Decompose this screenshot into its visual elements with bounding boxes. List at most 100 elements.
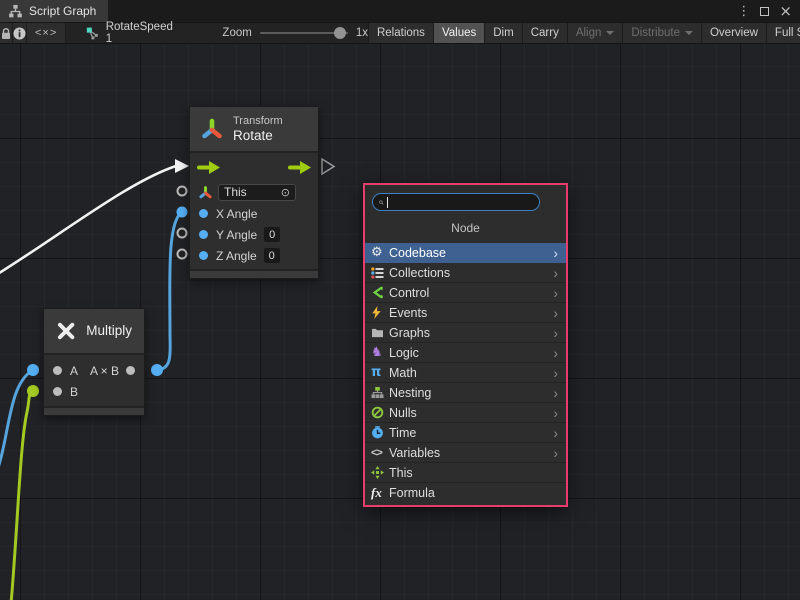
code-view-button[interactable]: <×>	[27, 23, 66, 43]
window-controls: ⋮ ×	[737, 0, 800, 22]
info-icon	[13, 27, 26, 40]
chevron-right-icon: ›	[553, 246, 560, 260]
null-icon	[371, 406, 384, 419]
b-port[interactable]	[53, 387, 62, 396]
rotate-zangle-row: Z Angle 0	[190, 245, 318, 266]
finder-item-collections[interactable]: Collections ›	[365, 263, 566, 283]
flow-output-arrow-icon[interactable]	[288, 161, 311, 174]
search-box[interactable]	[372, 193, 540, 211]
multiply-node-header[interactable]: Multiply	[44, 309, 144, 355]
finder-header: Node	[365, 221, 566, 235]
breadcrumb[interactable]: RotateSpeed 1	[86, 23, 174, 43]
flow-wire-arrowhead	[175, 159, 189, 173]
align-button[interactable]: Align	[568, 23, 624, 43]
zoom-slider-handle[interactable]	[334, 27, 346, 39]
finder-item-this[interactable]: This	[365, 463, 566, 483]
zoom-control: Zoom 1x	[222, 23, 368, 43]
nesting-graph-icon	[371, 387, 384, 399]
finder-item-label: Nulls	[389, 406, 553, 420]
flow-wire[interactable]	[0, 166, 176, 275]
finder-item-variables[interactable]: <> Variables ›	[365, 443, 566, 463]
rotate-node-header[interactable]: Transform Rotate	[190, 107, 318, 153]
carry-button[interactable]: Carry	[523, 23, 568, 43]
finder-item-control[interactable]: Control ›	[365, 283, 566, 303]
object-picker-icon[interactable]: ⊙	[281, 187, 290, 198]
lock-button[interactable]	[0, 23, 13, 43]
a-port[interactable]	[53, 366, 62, 375]
this-object-field[interactable]: This ⊙	[218, 184, 296, 201]
fullscreen-label: Full Screen	[775, 27, 800, 39]
finder-item-graphs[interactable]: Graphs ›	[365, 323, 566, 343]
distribute-button[interactable]: Distribute	[623, 23, 702, 43]
multiply-output-connection-dot[interactable]	[151, 364, 163, 376]
info-button[interactable]	[13, 23, 27, 43]
flow-output-stub[interactable]	[322, 159, 334, 174]
finder-item-label: Control	[389, 286, 553, 300]
chevron-down-icon	[685, 31, 693, 35]
values-button[interactable]: Values	[434, 23, 485, 43]
value-wire-into-a[interactable]	[0, 370, 33, 474]
graph-canvas[interactable]: Transform Rotate	[0, 44, 800, 600]
finder-item-label: Logic	[389, 346, 553, 360]
close-icon[interactable]: ×	[779, 4, 792, 19]
yangle-label: Y Angle	[216, 228, 257, 242]
align-label: Align	[576, 27, 602, 39]
zangle-port-stub[interactable]	[178, 250, 187, 259]
overview-button[interactable]: Overview	[702, 23, 767, 43]
folder-icon	[371, 327, 384, 338]
tab-title: Script Graph	[29, 4, 96, 18]
finder-item-math[interactable]: π Math ›	[365, 363, 566, 383]
finder-item-label: Time	[389, 426, 553, 440]
finder-item-nesting[interactable]: Nesting ›	[365, 383, 566, 403]
this-port-stub[interactable]	[178, 187, 187, 196]
search-icon	[379, 197, 384, 208]
transform-mini-icon	[199, 186, 212, 199]
variables-brackets-icon: <>	[371, 447, 382, 459]
zangle-port[interactable]	[199, 251, 208, 260]
chevron-right-icon: ›	[553, 406, 560, 420]
tab-bar: Script Graph ⋮ ×	[0, 0, 800, 22]
finder-item-logic[interactable]: ♞ Logic ›	[365, 343, 566, 363]
dim-button[interactable]: Dim	[485, 23, 522, 43]
finder-item-time[interactable]: Time ›	[365, 423, 566, 443]
rotate-node[interactable]: Transform Rotate	[189, 106, 319, 279]
yangle-port-stub[interactable]	[178, 229, 187, 238]
search-input[interactable]	[391, 195, 533, 209]
zangle-value-input[interactable]: 0	[264, 248, 280, 263]
a-connection-dot[interactable]	[27, 364, 39, 376]
unity-visual-scripting-window: Script Graph ⋮ × <×>	[0, 0, 800, 600]
finder-item-formula[interactable]: fx Formula	[365, 483, 566, 503]
rotate-flow-row	[190, 153, 318, 181]
b-label: B	[70, 385, 78, 399]
chevron-right-icon: ›	[553, 326, 560, 340]
chevron-right-icon: ›	[553, 366, 560, 380]
chevron-right-icon: ›	[553, 386, 560, 400]
graph-toolbar: <×> RotateSpeed 1 Zoom 1x Relations Val	[0, 22, 800, 44]
dim-label: Dim	[493, 27, 513, 39]
multiply-node[interactable]: Multiply A A × B B	[43, 308, 145, 416]
fullscreen-button[interactable]: Full Screen	[767, 23, 800, 43]
zoom-slider[interactable]	[260, 32, 348, 34]
value-wire-into-b[interactable]	[11, 391, 33, 600]
flow-input-arrow-icon[interactable]	[197, 161, 220, 174]
lock-icon	[0, 27, 12, 40]
window-menu-icon[interactable]: ⋮	[737, 5, 750, 18]
finder-item-events[interactable]: Events ›	[365, 303, 566, 323]
xangle-port[interactable]	[199, 209, 208, 218]
carry-label: Carry	[531, 27, 559, 39]
b-connection-dot[interactable]	[27, 385, 39, 397]
xangle-connection-dot[interactable]	[177, 207, 188, 218]
maximize-icon[interactable]	[760, 7, 769, 16]
tab-script-graph[interactable]: Script Graph	[0, 0, 108, 22]
distribute-label: Distribute	[631, 27, 680, 39]
relations-label: Relations	[377, 27, 425, 39]
tabbar-spacer	[108, 0, 737, 22]
finder-item-label: Graphs	[389, 326, 553, 340]
finder-item-codebase[interactable]: ⚙ Codebase ›	[365, 243, 566, 263]
output-port[interactable]	[126, 366, 135, 375]
finder-item-nulls[interactable]: Nulls ›	[365, 403, 566, 423]
yangle-port[interactable]	[199, 230, 208, 239]
graph-hierarchy-icon	[8, 4, 23, 18]
yangle-value-input[interactable]: 0	[264, 227, 280, 242]
relations-button[interactable]: Relations	[368, 23, 434, 43]
